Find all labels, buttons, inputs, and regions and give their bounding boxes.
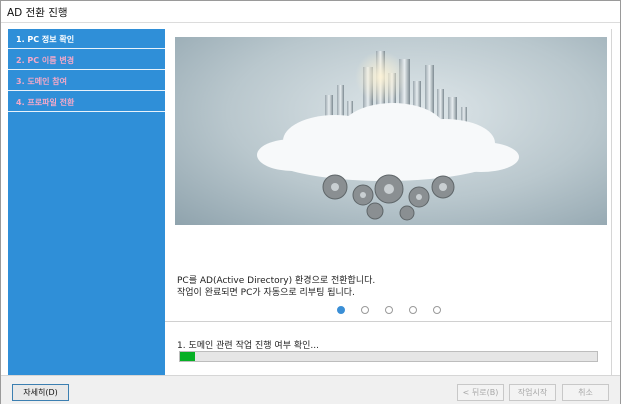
ad-conversion-window: AD 전환 진행 1. PC 정보 확인 2. PC 이름 변경 3. 도메인 … bbox=[0, 0, 621, 404]
cancel-button[interactable]: 취소 bbox=[562, 384, 609, 401]
step-label: 3. 도메인 참여 bbox=[16, 77, 67, 86]
step-profile-migration: 4. 프로파일 전환 bbox=[8, 92, 165, 112]
cloud-city-illustration bbox=[257, 51, 519, 221]
step-label: 2. PC 이름 변경 bbox=[16, 56, 75, 65]
carousel-dot[interactable] bbox=[361, 306, 369, 314]
step-domain-join: 3. 도메인 참여 bbox=[8, 71, 165, 91]
cloud-group bbox=[257, 103, 519, 181]
step-label: 1. PC 정보 확인 bbox=[16, 35, 75, 44]
footer-bar: 자세히(D) < 뒤로(B) 작업시작 취소 bbox=[1, 375, 620, 404]
carousel-dot[interactable] bbox=[337, 306, 345, 314]
step-pc-info: 1. PC 정보 확인 bbox=[8, 29, 165, 49]
back-button[interactable]: < 뒤로(B) bbox=[457, 384, 504, 401]
window-title: AD 전환 진행 bbox=[7, 7, 68, 19]
title-bar: AD 전환 진행 bbox=[1, 1, 620, 23]
step-pc-rename: 2. PC 이름 변경 bbox=[8, 50, 165, 70]
start-button[interactable]: 작업시작 bbox=[509, 384, 556, 401]
section-divider bbox=[165, 321, 612, 322]
steps-sidebar: 1. PC 정보 확인 2. PC 이름 변경 3. 도메인 참여 4. 프로파… bbox=[8, 29, 165, 375]
status-text: 1. 도메인 관련 작업 진행 여부 확인... bbox=[177, 341, 319, 351]
main-content: PC를 AD(Active Directory) 환경으로 전환합니다. 작업이… bbox=[165, 29, 612, 375]
progress-bar bbox=[179, 351, 598, 362]
gears-group bbox=[322, 174, 455, 221]
carousel-dot[interactable] bbox=[385, 306, 393, 314]
carousel-dot[interactable] bbox=[409, 306, 417, 314]
carousel-dot[interactable] bbox=[433, 306, 441, 314]
progress-fill bbox=[180, 352, 195, 361]
details-button[interactable]: 자세히(D) bbox=[12, 384, 69, 401]
hero-image bbox=[175, 37, 607, 225]
step-label: 4. 프로파일 전환 bbox=[16, 98, 75, 107]
description-line-2: 작업이 완료되면 PC가 자동으로 리부팅 됩니다. bbox=[177, 288, 355, 298]
